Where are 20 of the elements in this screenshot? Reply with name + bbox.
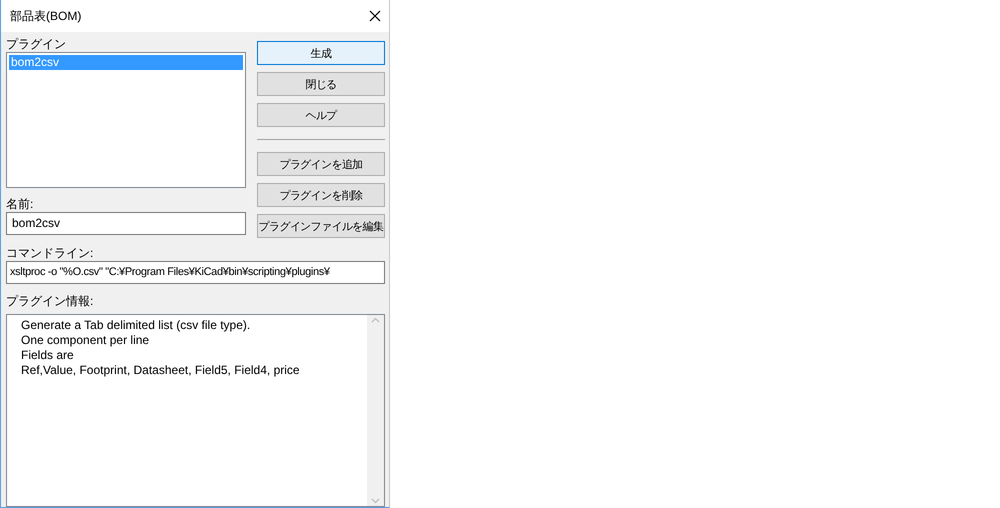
info-text-line: Fields are	[21, 348, 75, 363]
dialog-button[interactable]: プラグインファイルを編集	[257, 214, 385, 238]
plugin-info-label: プラグイン情報:	[6, 293, 94, 309]
dialog-button[interactable]: プラグインを削除	[257, 183, 385, 207]
close-icon[interactable]	[369, 10, 381, 22]
command-line-label: コマンドライン:	[6, 245, 94, 261]
window-title: 部品表(BOM)	[10, 8, 82, 24]
plugins-label: プラグイン	[6, 36, 67, 52]
scroll-up-icon[interactable]	[371, 317, 380, 323]
info-text-line: Generate a Tab delimited list (csv file type).	[21, 318, 252, 333]
name-field[interactable]: bom2csv	[6, 212, 246, 235]
scroll-down-icon[interactable]	[371, 498, 380, 504]
info-text-line: Ref,Value, Footprint, Datasheet, Field5, Field4, price	[21, 363, 301, 378]
dialog-button[interactable]: プラグインを追加	[257, 152, 385, 176]
info-text-line: One component per line	[21, 333, 150, 348]
dialog-button[interactable]: 生成	[257, 41, 385, 65]
dialog-button[interactable]: 閉じる	[257, 72, 385, 96]
dialog-button[interactable]: ヘルプ	[257, 103, 385, 127]
command-line-field[interactable]: xsltproc -o "%O.csv" "C:¥Program Files¥KiCad¥bin¥scripting¥plugins¥	[6, 261, 385, 284]
name-label: 名前:	[6, 196, 34, 212]
